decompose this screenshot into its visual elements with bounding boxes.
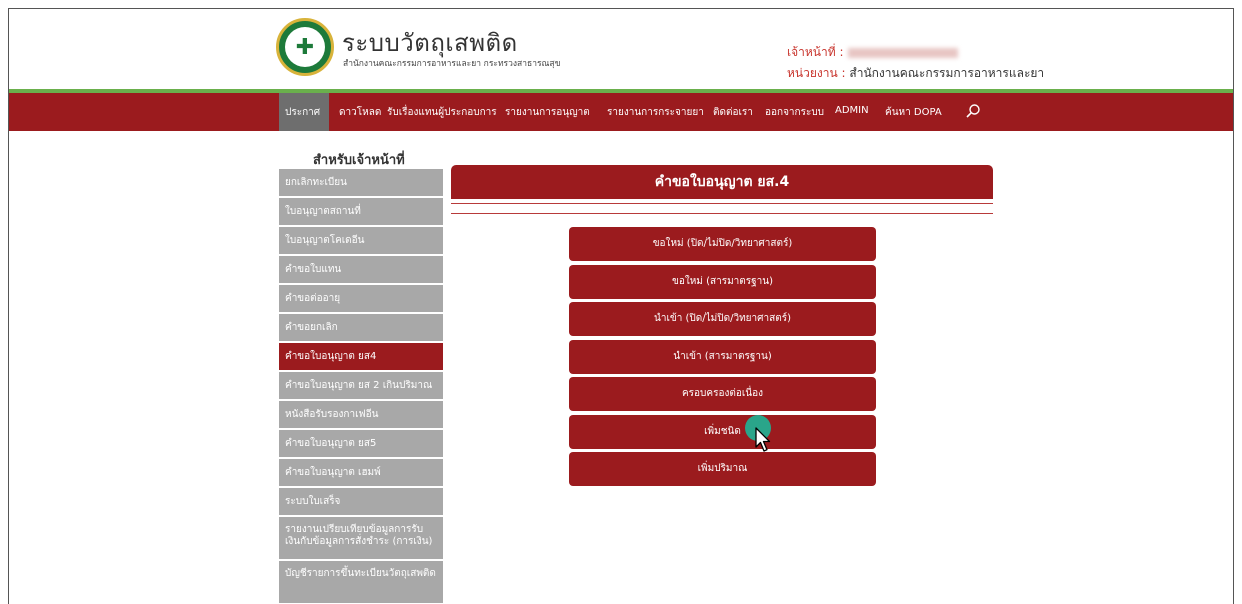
sidebar-menu: ยกเลิกทะเบียน ใบอนุญาตสถานที่ ใบอนุญาตโค…	[279, 169, 443, 604]
sidebar-item-codeine-license[interactable]: ใบอนุญาตโคเดอีน	[279, 227, 443, 254]
sidebar-item-finance-report[interactable]: รายงานเปรียบเทียบข้อมูลการรับเงินกับข้อม…	[279, 517, 443, 559]
nav-item-receive-on-behalf[interactable]: รับเรื่องแทนผู้ประกอบการ	[387, 105, 497, 120]
browser-viewport: ✚ ระบบวัตถุเสพติด สำนักงานคณะกรรมการอาหา…	[8, 8, 1234, 604]
nav-item-permit-report[interactable]: รายงานการอนุญาต	[505, 105, 590, 120]
sidebar-item-hemp-license[interactable]: คำขอใบอนุญาต เฮมพ์	[279, 459, 443, 486]
sidebar-item-premises-license[interactable]: ใบอนุญาตสถานที่	[279, 198, 443, 225]
nav-item-dopa-search[interactable]: ค้นหา DOPA	[885, 105, 942, 120]
add-quantity-button[interactable]: เพิ่มปริมาณ	[569, 452, 876, 486]
sidebar-item-narcotics-registry[interactable]: บัญชีรายการขึ้นทะเบียนวัตถุเสพติด	[279, 561, 443, 603]
new-request-standard-button[interactable]: ขอใหม่ (สารมาตรฐาน)	[569, 264, 876, 299]
nav-item-admin[interactable]: ADMIN	[835, 105, 869, 116]
sidebar-item-cancellation-request[interactable]: คำขอยกเลิก	[279, 314, 443, 341]
mouse-cursor-icon	[755, 427, 771, 452]
sidebar-item-renewal-request[interactable]: คำขอต่ออายุ	[279, 285, 443, 312]
site-subtitle: สำนักงานคณะกรรมการอาหารและยา กระทรวงสาธา…	[343, 59, 561, 69]
officer-name-redacted	[847, 47, 958, 58]
nav-item-contact[interactable]: ติดต่อเรา	[713, 105, 753, 120]
new-request-general-button[interactable]: ขอใหม่ (ปิด/ไม่ปิด/วิทยาศาสตร์)	[569, 227, 876, 261]
sidebar-item-ys5-license[interactable]: คำขอใบอนุญาต ยส5	[279, 430, 443, 457]
title-divider-top	[451, 203, 993, 204]
add-type-button[interactable]: เพิ่มชนิด	[569, 414, 876, 449]
sidebar-item-ys2-over-quantity[interactable]: คำขอใบอนุญาต ยส 2 เกินปริมาณ	[279, 372, 443, 399]
nav-item-announcement[interactable]: ประกาศ	[285, 105, 320, 120]
search-icon[interactable]	[965, 103, 981, 119]
sidebar-item-receipt-system[interactable]: ระบบใบเสร็จ	[279, 488, 443, 515]
main-navbar: ประกาศ ดาวโหลด รับเรื่องแทนผู้ประกอบการ …	[9, 93, 1233, 131]
unit-value: สำนักงานคณะกรรมการอาหารและยา	[849, 66, 1045, 80]
sidebar-item-ys4-license[interactable]: คำขอใบอนุญาต ยส4	[279, 343, 443, 370]
sidebar-item-caffeine-certificate[interactable]: หนังสือรับรองกาเฟอีน	[279, 401, 443, 428]
continuous-possession-button[interactable]: ครอบครองต่อเนื่อง	[569, 377, 876, 411]
ministry-seal-logo: ✚	[276, 18, 334, 76]
request-type-actions: ขอใหม่ (ปิด/ไม่ปิด/วิทยาศาสตร์) ขอใหม่ (…	[569, 227, 876, 490]
sidebar-item-cancel-registration[interactable]: ยกเลิกทะเบียน	[279, 169, 443, 196]
sidebar-item-replacement-request[interactable]: คำขอใบแทน	[279, 256, 443, 283]
unit-label: หน่วยงาน :	[787, 66, 846, 80]
nav-item-logout[interactable]: ออกจากระบบ	[765, 105, 824, 120]
page-title: คำขอใบอนุญาต ยส.4	[451, 165, 993, 199]
import-general-button[interactable]: นำเข้า (ปิด/ไม่ปิด/วิทยาศาสตร์)	[569, 302, 876, 336]
site-header: ✚ ระบบวัตถุเสพติด สำนักงานคณะกรรมการอาหา…	[9, 9, 1233, 91]
sidebar-title: สำหรับเจ้าหน้าที่	[313, 153, 405, 168]
nav-item-download[interactable]: ดาวโหลด	[339, 105, 381, 120]
title-divider-bottom	[451, 213, 993, 214]
nav-item-distribution-report[interactable]: รายงานการกระจายยา	[607, 105, 704, 120]
officer-label: เจ้าหน้าที่ :	[787, 45, 844, 59]
officer-info: เจ้าหน้าที่ :	[787, 43, 958, 62]
import-standard-button[interactable]: นำเข้า (สารมาตรฐาน)	[569, 339, 876, 374]
unit-info: หน่วยงาน : สำนักงานคณะกรรมการอาหารและยา	[787, 64, 1044, 83]
